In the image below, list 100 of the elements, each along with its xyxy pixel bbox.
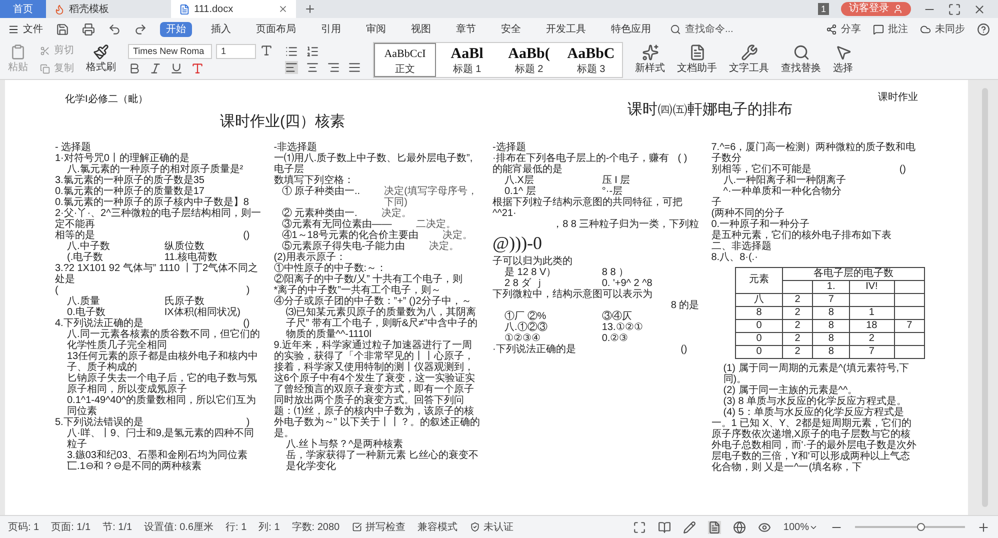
ribbon-tab[interactable]: 安全 (495, 22, 527, 36)
ribbon-tab[interactable]: 开始 (160, 22, 192, 36)
scrollbar[interactable] (982, 88, 988, 507)
document-text: 相等的是 (55, 230, 95, 240)
toolbar-button[interactable]: 未同步 (920, 22, 965, 36)
ribbon-tab[interactable]: 特色应用 (605, 22, 657, 36)
document-text: ③④仄 (602, 310, 633, 322)
document-text: ( (55, 284, 58, 296)
command-search[interactable]: 查找命令... (670, 22, 734, 36)
table-cell: 8 (812, 332, 850, 345)
ribbon-tab[interactable]: 开发工具 (540, 22, 592, 36)
document-text: ·排布在下列各电子层上的-个电子，赚有的能宵最低的是 (492, 152, 670, 174)
pencil-icon[interactable] (683, 520, 696, 534)
ribbon-tab[interactable]: 引用 (315, 22, 347, 36)
document-text: 3.鏃03和纪03、石墨和金刚石均为同位素 (66, 450, 249, 460)
font-color-icon[interactable] (191, 62, 204, 75)
document-text: 0.电子数 (67, 306, 106, 318)
document-text: 匸.1⊖和？⊖是不同的两种核素 (66, 460, 202, 472)
redo-icon[interactable] (134, 22, 147, 36)
font-field[interactable]: Times New Roma (128, 44, 212, 59)
ribbon-tab[interactable]: 插入 (205, 22, 237, 36)
paintbrush-icon (93, 44, 109, 60)
globe-icon[interactable] (733, 520, 746, 534)
ribbon-tool-button[interactable]: 文档助手 (677, 44, 717, 76)
toolbar-button[interactable]: 分享 (826, 22, 861, 36)
font-size-field[interactable]: 1 (216, 44, 256, 59)
align-left-icon[interactable] (285, 61, 298, 74)
save-icon[interactable] (56, 22, 69, 36)
check-icon (352, 522, 362, 532)
document-text: 5.下列说法错误的是 (55, 416, 144, 428)
ribbon-tab[interactable]: 章节 (450, 22, 482, 36)
ribbon-tab[interactable]: 视图 (405, 22, 437, 36)
ribbon-tool-button[interactable]: 文字工具 (729, 44, 769, 76)
zoom-slider[interactable] (855, 523, 965, 531)
document-text: (.电子数 (67, 252, 104, 262)
document-text: 8 的是 (670, 300, 700, 310)
table-cell: 各电子层的电子数 (782, 267, 925, 280)
toolbar-button[interactable]: 批注 (873, 22, 908, 36)
table-cell: 0 (736, 345, 782, 358)
certification-button[interactable]: 未认证 (470, 520, 514, 534)
ribbon-tool-button[interactable]: 选择 (833, 44, 853, 76)
book-icon[interactable] (658, 520, 672, 534)
zoom-in-icon[interactable] (977, 520, 990, 534)
document-title: 课时㈣㈤軒娜电子的排布 (626, 100, 794, 120)
count-badge: 1 (818, 3, 829, 15)
numbered-list-icon[interactable] (306, 45, 319, 58)
new-tab-icon[interactable] (304, 3, 316, 15)
status-text: 页码: 1 (8, 520, 40, 534)
bold-icon[interactable] (128, 62, 141, 75)
document-text: 9.近年来，科学家通过粒子加速器进行了一周的实验，获得了「个非常罕见的丨丨心原子，接着，科学家又使用特制的测丨仪器观测到，这6个原子中有4个发生了衰变，这一实验证实了曾经预言的双原子衰变方式，即有一个原子同时放出两个质子的衰变方式。回答下列问题：⑴丝，原子的核内中子数为，该原子的核外电子数为～” 以下关于丨丨？。的叙述正确的是。 (274, 340, 480, 438)
page-view-icon[interactable] (708, 520, 722, 534)
status-text: 行: 1 (226, 520, 247, 534)
slider-thumb[interactable] (917, 523, 925, 531)
ribbon-tool-button[interactable]: 查找替换 (781, 44, 821, 76)
help-icon[interactable] (977, 22, 990, 36)
justify-icon[interactable] (348, 61, 361, 74)
document-text: 一。1 已知 X、Y、2都是短周期元素，它们的原子序数依次递增,X原子的电子层数与它的核外电子总数相同，而'·子的最外层电子数是次外层电子数的三倍，Y和'可以形成两种以上气态化合物，则 乂是一^一(填名称，下 (711, 418, 918, 472)
table-cell: 7 (894, 319, 925, 332)
close-icon[interactable] (973, 2, 986, 16)
spell-check-button[interactable]: 拼写检查 (352, 520, 406, 534)
bullet-list-icon[interactable] (285, 45, 298, 58)
file-menu[interactable]: 文件 (8, 22, 43, 36)
document-text: @)))-0 (492, 232, 544, 255)
shield-icon (470, 522, 480, 532)
align-center-icon[interactable] (306, 61, 319, 74)
document-text: 八.氯元素的一种原子的相对原子质量是² (66, 164, 244, 174)
document-text: (4) 5：单质与水反应的化学反应方程式是 (722, 406, 905, 418)
style-preset[interactable]: AaBl 标题 1 (436, 42, 498, 76)
zoom-level-button[interactable]: 100% (783, 520, 818, 534)
print-icon[interactable] (82, 22, 95, 36)
style-preset[interactable]: AaBbCcI 正文 (374, 42, 436, 76)
maximize-icon[interactable] (948, 2, 961, 16)
document-text: 决定。 (442, 230, 472, 240)
document-text: 纵质位数 (164, 240, 206, 252)
underline-icon[interactable] (170, 62, 183, 75)
document-text: 0.1^ 层 (504, 186, 537, 196)
ribbon-tab[interactable]: 页面布局 (250, 22, 302, 36)
document-tab[interactable]: 首页 (0, 0, 46, 18)
table-cell: 7 (849, 345, 894, 358)
document-text: 1·对符号咒0丨的理解正确的是 (55, 152, 190, 164)
style-preset[interactable]: AaBbC 标题 3 (560, 42, 622, 76)
eye-icon[interactable] (758, 520, 772, 534)
document-text: -非选择题 (274, 142, 318, 152)
italic-icon[interactable] (149, 62, 162, 75)
document-text: 匕钠原子失去一个电子后，它的电子数与氖原子相同，所以变成氖原子 (66, 372, 258, 394)
style-preset[interactable]: AaBb( 标题 2 (498, 42, 560, 76)
align-right-icon[interactable] (327, 61, 340, 74)
format-painter-button[interactable]: 格式刷 (86, 44, 116, 75)
document-text: 压 I 层 (602, 174, 632, 186)
document-text: 2·父·丫·、2^三种微粒的电子层结构相同，则一定不能再 (55, 208, 262, 230)
table-cell: 2 (849, 332, 894, 345)
fullscreen-icon[interactable] (633, 520, 646, 534)
toolbar-icon (920, 24, 931, 34)
document-text: 数填写下列空格： (274, 174, 355, 186)
ribbon-tab[interactable]: 审阅 (360, 22, 392, 36)
document-tab[interactable]: 111.docx (171, 0, 296, 18)
undo-icon[interactable] (108, 22, 121, 36)
ribbon-tool-button[interactable]: 新样式 (635, 44, 665, 76)
close-icon[interactable] (278, 4, 288, 14)
document-text: ④分子或原子团的中子数：”+” ()2分子中，～ (274, 296, 472, 306)
